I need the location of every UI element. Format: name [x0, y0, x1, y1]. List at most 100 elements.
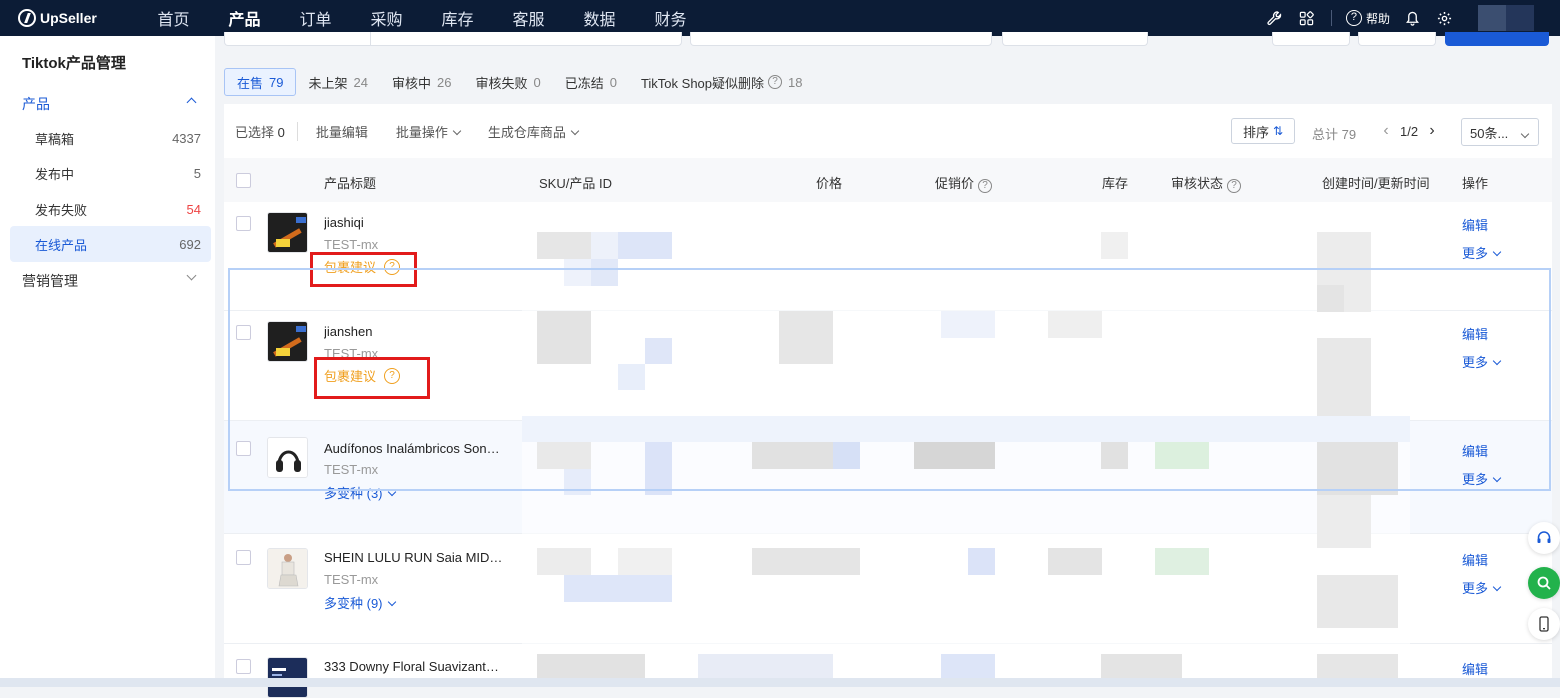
generate-warehouse-dropdown[interactable]: 生成仓库商品: [488, 122, 580, 141]
edit-link[interactable]: 编辑: [1462, 324, 1488, 343]
chevron-down-icon: [1492, 582, 1502, 592]
row-checkbox[interactable]: [236, 325, 251, 340]
filter-bar: [224, 32, 1552, 48]
nav-finance[interactable]: 财务: [635, 6, 706, 30]
nav-home[interactable]: 首页: [138, 6, 209, 30]
col-actions: 操作: [1462, 176, 1489, 191]
edit-link[interactable]: 编辑: [1462, 550, 1488, 569]
col-time: 创建时间/更新时间: [1322, 176, 1430, 191]
headset-icon[interactable]: [1528, 522, 1560, 554]
select-all-checkbox[interactable]: [236, 173, 251, 188]
store-name: TEST-mx: [324, 237, 379, 252]
gear-icon[interactable]: [1436, 10, 1452, 26]
product-title[interactable]: 333 Downy Floral Suavizant…: [324, 659, 519, 674]
sidebar-item-publishing[interactable]: 发布中 5: [10, 155, 211, 191]
nav-data[interactable]: 数据: [564, 6, 635, 30]
apps-grid-icon[interactable]: [1299, 10, 1315, 26]
tab-label: 审核失败: [475, 75, 528, 91]
tab-review-failed[interactable]: 审核失败 0: [463, 68, 552, 96]
page-size-select[interactable]: 50条...: [1461, 118, 1539, 146]
sidebar-item-count: 692: [179, 236, 201, 252]
nav-inventory[interactable]: 库存: [422, 6, 493, 30]
top-nav-bar: UpSeller 首页 产品 订单 采购 库存 客服 数据 财务 ? 帮助: [0, 0, 1560, 36]
main-nav: 首页 产品 订单 采购 库存 客服 数据 财务: [138, 6, 706, 30]
product-thumbnail[interactable]: [267, 437, 308, 478]
nav-products[interactable]: 产品: [209, 6, 280, 30]
logo-text: UpSeller: [40, 10, 97, 26]
filter-button[interactable]: [1358, 32, 1436, 46]
sidebar-group-marketing[interactable]: 营销管理: [22, 270, 205, 291]
col-review-status: 审核状态?: [1171, 173, 1242, 193]
product-title[interactable]: SHEIN LULU RUN Saia MID…: [324, 550, 519, 565]
product-title[interactable]: Audífonos Inalámbricos Son…: [324, 441, 519, 456]
more-dropdown[interactable]: 更多: [1462, 243, 1502, 262]
nav-orders[interactable]: 订单: [280, 6, 351, 30]
tab-unlisted[interactable]: 未上架 24: [296, 68, 379, 96]
filter-field[interactable]: [690, 32, 992, 46]
row-checkbox[interactable]: [236, 659, 251, 674]
search-icon[interactable]: [1528, 567, 1560, 599]
bell-icon[interactable]: [1404, 10, 1420, 26]
row-checkbox[interactable]: [236, 441, 251, 456]
sidebar-group-products[interactable]: 产品: [22, 94, 205, 114]
pagination: ‹ 1/2 ›: [1376, 122, 1442, 140]
sidebar-item-label: 草稿箱: [35, 131, 75, 147]
product-thumbnail[interactable]: [267, 321, 308, 362]
tab-on-sale[interactable]: 在售 79: [224, 68, 297, 96]
wrench-icon[interactable]: [1267, 10, 1283, 26]
tab-in-review[interactable]: 审核中 26: [380, 68, 463, 96]
product-title[interactable]: jianshen: [324, 324, 519, 339]
table-header: 产品标题 SKU/产品 ID 价格 促销价? 库存 审核状态? 创建时间/更新时…: [224, 158, 1552, 202]
store-name: TEST-mx: [324, 462, 379, 477]
sidebar: Tiktok产品管理 产品 草稿箱 4337 发布中 5 发布失败 54 在线产…: [0, 36, 215, 687]
tab-frozen[interactable]: 已冻结 0: [553, 68, 629, 96]
bulk-ops-dropdown[interactable]: 批量操作: [396, 122, 462, 141]
next-page-icon[interactable]: ›: [1422, 122, 1442, 140]
sidebar-item-label: 发布中: [35, 166, 75, 182]
product-thumbnail[interactable]: [267, 548, 308, 589]
tab-count: 0: [609, 74, 617, 90]
question-icon: ?: [978, 179, 993, 193]
divider: [1330, 10, 1332, 26]
tab-count: 26: [436, 74, 452, 90]
upseller-logo[interactable]: UpSeller: [18, 9, 138, 27]
sidebar-item-online-products[interactable]: 在线产品 692: [10, 226, 211, 262]
more-dropdown[interactable]: 更多: [1462, 578, 1502, 597]
logo-icon: [18, 9, 36, 27]
sidebar-item-count: 4337: [172, 130, 201, 146]
edit-link[interactable]: 编辑: [1462, 441, 1488, 460]
search-field[interactable]: [224, 32, 682, 46]
col-stock: 库存: [1102, 176, 1129, 191]
annotation-box: [310, 252, 417, 287]
filter-select[interactable]: [1002, 32, 1148, 46]
sort-icon: ⇅: [1272, 124, 1284, 138]
nav-purchase[interactable]: 采购: [351, 6, 422, 30]
help-button[interactable]: ? 帮助: [1345, 10, 1390, 27]
sort-button[interactable]: 排序 ⇅: [1231, 118, 1295, 144]
tab-label: 审核中: [391, 75, 431, 91]
tab-suspected-deleted[interactable]: TikTok Shop疑似删除? 18: [629, 68, 815, 96]
sidebar-item-drafts[interactable]: 草稿箱 4337: [10, 120, 211, 156]
chevron-down-icon: [1492, 247, 1502, 257]
edit-link[interactable]: 编辑: [1462, 215, 1488, 234]
variants-dropdown[interactable]: 多变种 (9): [324, 593, 396, 612]
horizontal-scrollbar[interactable]: [0, 678, 1560, 687]
reset-button[interactable]: [1272, 32, 1350, 46]
product-title[interactable]: jiashiqi: [324, 215, 519, 230]
variants-dropdown[interactable]: 多变种 (3): [324, 483, 396, 502]
help-label: 帮助: [1365, 11, 1390, 26]
primary-action-button[interactable]: [1445, 32, 1549, 46]
product-thumbnail[interactable]: [267, 212, 308, 253]
edit-link[interactable]: 编辑: [1462, 659, 1488, 678]
sidebar-item-publish-failed[interactable]: 发布失败 54: [10, 191, 211, 227]
mobile-icon[interactable]: [1528, 608, 1560, 640]
divider: [370, 32, 371, 46]
more-dropdown[interactable]: 更多: [1462, 352, 1502, 371]
row-checkbox[interactable]: [236, 550, 251, 565]
nav-customer-service[interactable]: 客服: [493, 6, 564, 30]
account-avatar[interactable]: [1478, 5, 1534, 31]
row-checkbox[interactable]: [236, 216, 251, 231]
more-dropdown[interactable]: 更多: [1462, 469, 1502, 488]
prev-page-icon[interactable]: ‹: [1376, 122, 1396, 140]
bulk-edit-button[interactable]: 批量编辑: [316, 122, 368, 141]
